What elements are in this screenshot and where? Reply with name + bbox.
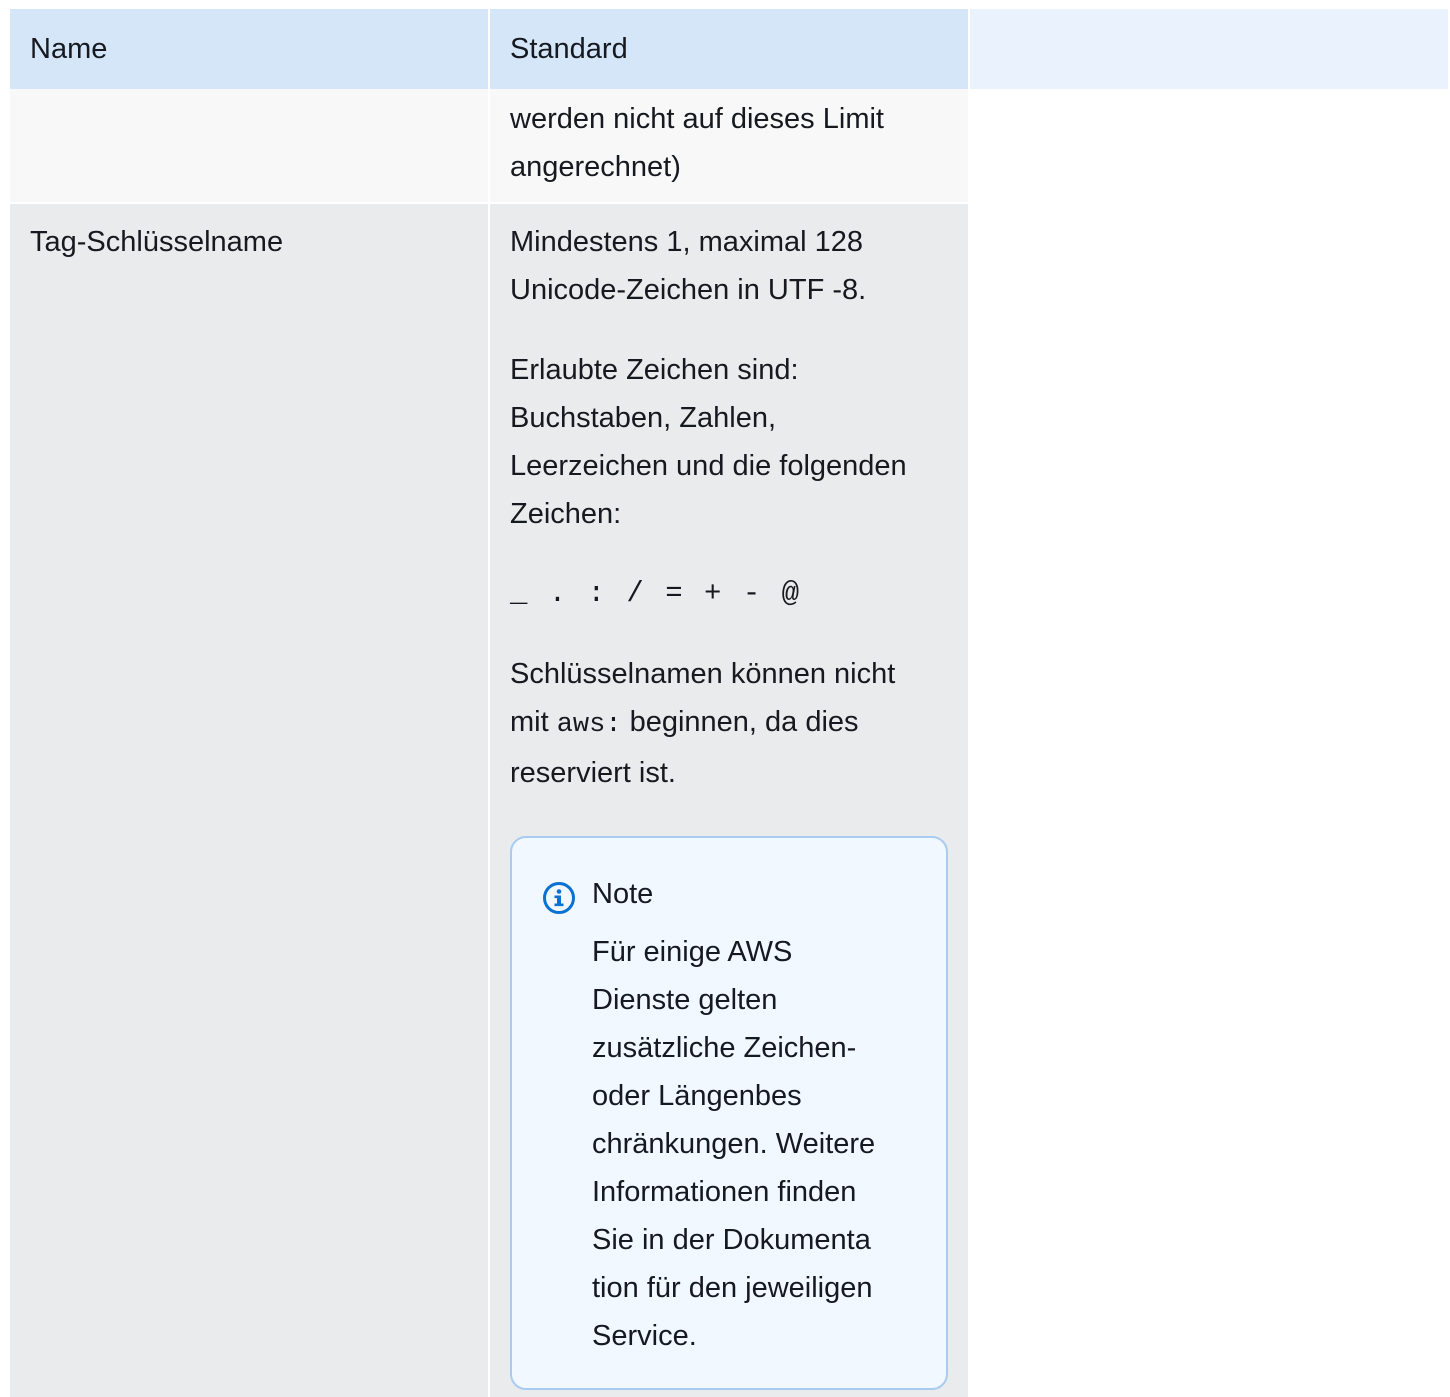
text-fragment: mit: [510, 706, 557, 738]
text-line: reserviert ist.: [510, 757, 676, 789]
text-line: Erlaubte Zeichen sind:: [510, 354, 799, 386]
column-header-standard: Standard: [490, 9, 968, 89]
note-title: Note: [592, 878, 654, 910]
cell-standard: werden nicht auf dieses Limit angerechne…: [490, 89, 968, 202]
reserved-prefix-code: aws:: [556, 710, 622, 740]
table-row-tag-key: Tag-Schlüsselname Mindestens 1, maximal …: [10, 204, 968, 1397]
text-fragment: beginnen, da dies: [621, 706, 859, 738]
info-icon: [543, 882, 575, 914]
note-line: Sie in der Dokumenta: [592, 1224, 871, 1256]
cell-name: Tag-Schlüsselname: [10, 204, 488, 1397]
text-line: Unicode-Zeichen in UTF -8.: [510, 274, 867, 306]
allowed-characters-code: _ . : / = + - @: [510, 577, 802, 610]
text-line: Buchstaben, Zahlen,: [510, 402, 777, 434]
reserved-prefix-paragraph: Schlüsselnamen können nicht mit aws: beg…: [510, 650, 948, 797]
text-line: Leerzeichen und die folgenden: [510, 450, 907, 482]
column-header-empty: [970, 9, 1448, 89]
text-line: mit aws: beginnen, da dies: [510, 698, 948, 749]
note-line: Informationen finden: [592, 1176, 857, 1208]
note-box: Note Für einige AWS Dienste gelten zusät…: [510, 836, 948, 1390]
cell-standard: Mindestens 1, maximal 128 Unicode-Zeiche…: [490, 204, 968, 1397]
note-line: Für einige AWS: [592, 936, 793, 968]
note-line: Service.: [592, 1320, 697, 1352]
text-line: Schlüsselnamen können nicht: [510, 658, 896, 690]
table-row: werden nicht auf dieses Limit angerechne…: [10, 89, 968, 202]
note-line: oder Längenbes: [592, 1080, 802, 1112]
allowed-characters-paragraph: Erlaubte Zeichen sind: Buchstaben, Zahle…: [510, 346, 948, 538]
note-line: tion für den jeweiligen: [592, 1272, 873, 1304]
length-paragraph: Mindestens 1, maximal 128 Unicode-Zeiche…: [510, 218, 948, 314]
note-body: Für einige AWS Dienste gelten zusätzlich…: [592, 928, 922, 1360]
note-line: Dienste gelten: [592, 984, 778, 1016]
continued-text-line: angerechnet): [510, 151, 681, 183]
text-line: Mindestens 1, maximal 128: [510, 226, 863, 258]
tag-key-name-label: Tag-Schlüsselname: [30, 226, 284, 258]
note-line: chränkungen. Weitere: [592, 1128, 876, 1160]
table-header-row: Name Standard: [10, 9, 1448, 89]
text-line: Zeichen:: [510, 498, 622, 530]
note-line: zusätzliche Zeichen-: [592, 1032, 857, 1064]
cell-name: [10, 89, 488, 202]
continued-text-line: werden nicht auf dieses Limit: [510, 103, 884, 135]
column-header-name: Name: [10, 9, 488, 89]
